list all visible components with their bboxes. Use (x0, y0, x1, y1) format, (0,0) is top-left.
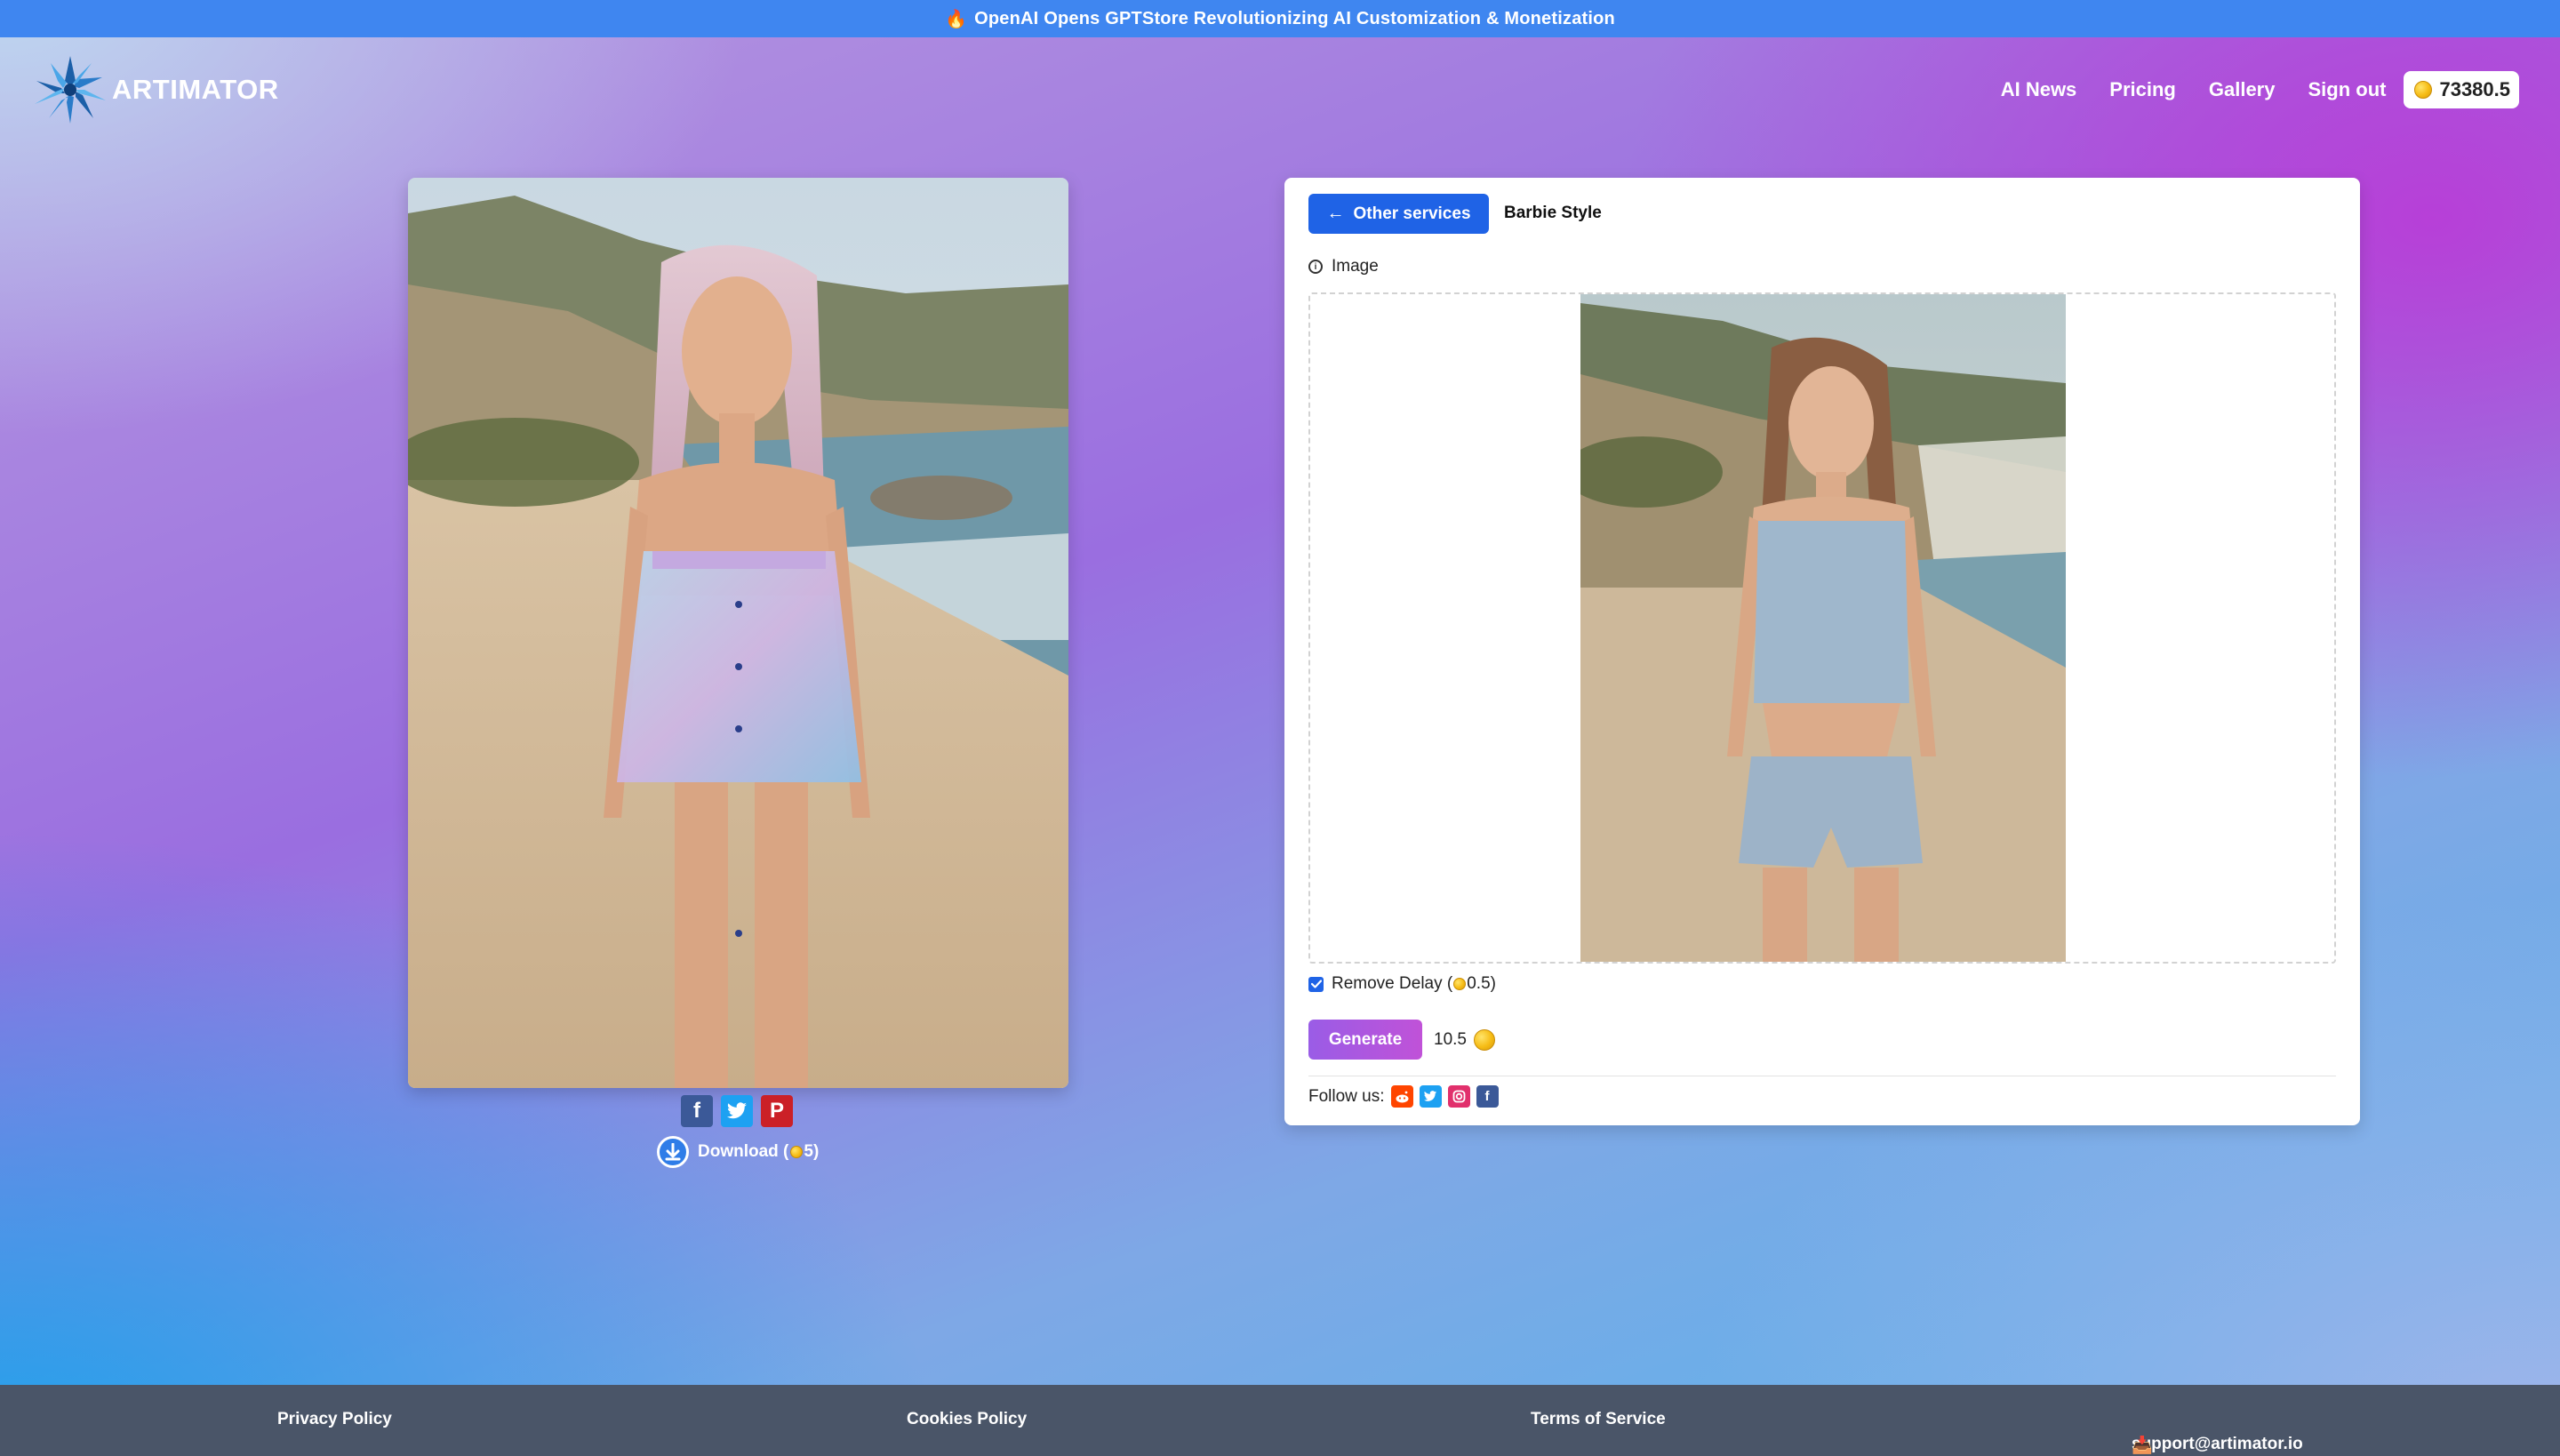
download-button[interactable]: Download ( 5) (657, 1136, 819, 1168)
instagram-icon[interactable] (1447, 1085, 1470, 1108)
download-label: Download ( (698, 1142, 789, 1161)
credits-balance: 73380.5 (2439, 78, 2510, 100)
follow-us-label: Follow us: (1308, 1086, 1385, 1106)
remove-delay-checkbox[interactable] (1308, 976, 1324, 992)
uploaded-image[interactable] (1580, 294, 2066, 964)
reddit-icon[interactable] (1390, 1085, 1413, 1108)
generated-image-render (408, 178, 1068, 1088)
nav-pricing[interactable]: Pricing (2109, 78, 2176, 101)
credits-badge[interactable]: 73380.5 (2404, 71, 2519, 108)
arrow-left-icon: ← (1326, 204, 1345, 223)
generate-button[interactable]: Generate (1308, 1020, 1422, 1060)
cookies-policy-link[interactable]: Cookies Policy (907, 1410, 1027, 1429)
twitter-icon[interactable] (721, 1095, 753, 1127)
remove-delay-cost: 0.5) (1467, 974, 1496, 993)
generation-cost: 10.5 (1434, 1029, 1495, 1051)
generation-cost-value: 10.5 (1434, 1030, 1467, 1049)
coin-icon (790, 1146, 804, 1158)
other-services-button[interactable]: ← Other services (1308, 194, 1489, 234)
announcement-bar[interactable]: 🔥 OpenAI Opens GPTStore Revolutionizing … (0, 0, 2560, 37)
nav-sign-out[interactable]: Sign out (2308, 78, 2386, 101)
generated-image[interactable] (408, 178, 1068, 1088)
other-services-label: Other services (1353, 204, 1471, 223)
image-dropzone[interactable] (1308, 292, 2336, 964)
site-footer: Privacy Policy Cookies Policy Terms of S… (0, 1385, 2560, 1456)
coin-icon (1453, 978, 1467, 990)
facebook-icon[interactable]: f (681, 1095, 713, 1127)
coin-icon (2414, 81, 2433, 99)
twitter-icon[interactable] (1419, 1085, 1442, 1108)
image-label-text: Image (1332, 257, 1379, 276)
share-buttons: f P (681, 1095, 793, 1127)
download-icon (657, 1136, 689, 1168)
follow-us: Follow us: f (1308, 1085, 1499, 1108)
facebook-icon[interactable]: f (1476, 1085, 1499, 1108)
brand-logo[interactable]: ARTIMATOR (32, 53, 279, 126)
announcement-text[interactable]: OpenAI Opens GPTStore Revolutionizing AI… (974, 9, 1615, 29)
nav-ai-news[interactable]: AI News (2001, 78, 2077, 101)
terms-of-service-link[interactable]: Terms of Service (1531, 1410, 1666, 1429)
main-nav: AI News Pricing Gallery Sign out 73380.5 (1968, 71, 2519, 108)
coin-icon (1473, 1029, 1495, 1051)
download-cost: 5) (804, 1142, 820, 1161)
artimator-logo-icon (35, 56, 106, 124)
support-email: support@artimator.io (2132, 1435, 2303, 1453)
image-field-label: i Image (1308, 257, 1379, 276)
fire-icon: 🔥 (945, 9, 968, 29)
brand-name: ARTIMATOR (112, 74, 279, 105)
service-title: Barbie Style (1504, 204, 1602, 222)
pinterest-icon[interactable]: P (761, 1095, 793, 1127)
info-icon[interactable]: i (1308, 260, 1323, 274)
remove-delay-option[interactable]: Remove Delay ( 0.5) (1308, 974, 1496, 994)
nav-gallery[interactable]: Gallery (2209, 78, 2276, 101)
site-header: ARTIMATOR AI News Pricing Gallery Sign o… (0, 37, 2560, 144)
privacy-policy-link[interactable]: Privacy Policy (277, 1410, 392, 1429)
remove-delay-label: Remove Delay ( (1332, 974, 1453, 993)
service-form-card: ← Other services Barbie Style i Image Re… (1284, 178, 2360, 1125)
inbox-icon: 📥 (2132, 1436, 2153, 1455)
